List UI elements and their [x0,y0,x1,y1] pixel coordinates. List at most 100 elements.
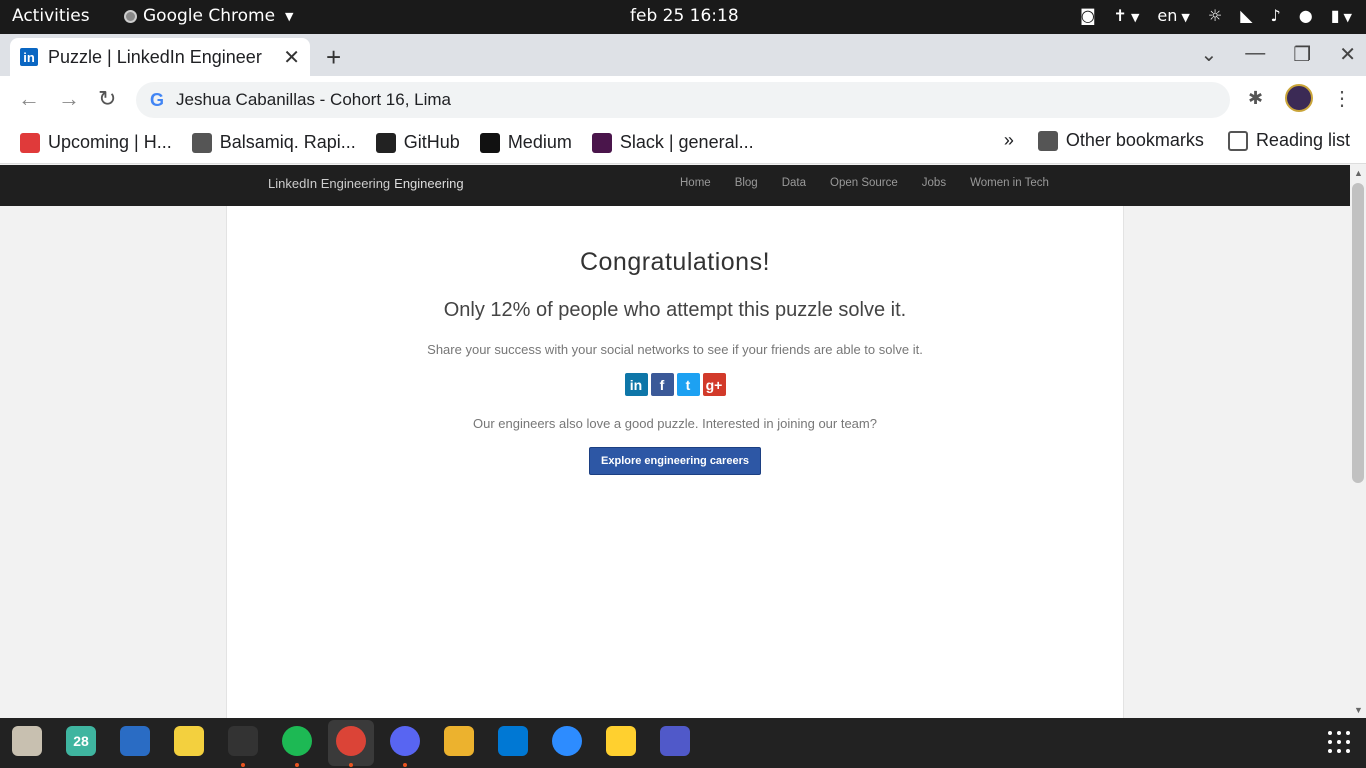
wifi-icon[interactable]: ◣ [1240,6,1252,25]
teams-icon[interactable] [660,726,690,756]
volume-icon[interactable]: ♪ [1271,6,1281,25]
bookmark-item[interactable]: Upcoming | H... [20,132,172,153]
page-viewport: LinkedIn Engineering Engineering Home Blo… [0,165,1350,718]
scroll-up-icon[interactable]: ▲ [1354,168,1363,178]
nav-link-jobs[interactable]: Jobs [922,177,946,189]
nav-link-open-source[interactable]: Open Source [830,177,898,189]
tab-puzzle[interactable]: in Puzzle | LinkedIn Engineer ✕ [10,38,310,76]
discord-icon[interactable] [390,726,420,756]
chevron-down-icon: ▼ [1181,11,1190,24]
new-tab-button[interactable]: + [326,42,341,73]
vscode-icon[interactable] [498,726,528,756]
dock: 28 [0,718,1366,768]
github-icon [375,132,396,153]
nav-link-home[interactable]: Home [680,177,711,189]
tab-search-icon[interactable]: ⌄ [1201,42,1218,67]
page-title: Congratulations! [579,248,771,276]
address-bar[interactable]: G Jeshua Cabanillas - Cohort 16, Lima [136,82,1230,118]
browser-toolbar: ← → ↻ G Jeshua Cabanillas - Cohort 16, L… [0,76,1366,122]
medium-icon [479,132,500,153]
scrollbar-thumb[interactable] [1352,183,1364,483]
nav-link-data[interactable]: Data [782,177,806,189]
window-controls: ⌄ — ❐ ✕ [1201,42,1356,67]
system-top-bar: Activities Google Chrome ▼ feb 25 16:18 … [0,0,1366,34]
running-indicator [403,763,407,767]
logo-suffix: Engineering [394,176,464,191]
facebook-icon[interactable]: f [650,373,674,396]
tab-title: Puzzle | LinkedIn Engineer [48,46,262,67]
linkedin-favicon-icon: in [20,48,38,66]
chrome-icon[interactable] [336,726,366,756]
page-scrollbar[interactable]: ▲ ▼ [1350,165,1366,718]
bookmark-label: Balsamiq. Rapi... [219,132,356,152]
running-indicator [349,763,353,767]
minimize-icon[interactable]: — [1245,42,1265,67]
smiley-icon [191,132,212,153]
kebab-menu-icon[interactable]: ⋮ [1332,86,1352,111]
address-text: Jeshua Cabanillas - Cohort 16, Lima [176,90,451,109]
microphone-icon[interactable]: ● [1299,6,1313,25]
site-nav-links: Home Blog Data Open Source Jobs Women in Tech [680,177,1049,189]
show-applications-icon[interactable] [1328,731,1350,753]
activities-button[interactable]: Activities [12,6,90,26]
close-window-icon[interactable]: ✕ [1339,42,1356,67]
site-logo[interactable]: LinkedIn Engineering Engineering [268,176,464,191]
social-share-buttons: in f t g+ [227,373,1123,396]
google-icon: G [150,89,165,110]
other-bookmarks-label: Other bookmarks [1065,130,1204,150]
site-navbar: LinkedIn Engineering Engineering Home Blo… [0,165,1350,206]
system-tray[interactable]: ◙ ✝ ▼ en ▼ ☼ ◣ ♪ ● ▮ ▼ [1080,6,1352,25]
miro-icon[interactable] [606,726,636,756]
bookmark-item[interactable]: Balsamiq. Rapi... [191,132,356,153]
notes-icon[interactable] [174,726,204,756]
slack-icon [591,132,612,153]
join-team-text: Our engineers also love a good puzzle. I… [473,416,877,431]
chrome-small-icon [124,9,137,23]
bookmark-item[interactable]: Medium [479,132,572,153]
app-menu[interactable]: Google Chrome ▼ [124,6,294,26]
discord-tray-icon[interactable]: ◙ [1080,6,1096,25]
bookmark-label: Slack | general... [619,132,754,152]
accessibility-icon[interactable]: ✝ ▼ [1114,6,1140,25]
slack-icon[interactable] [444,726,474,756]
tab-strip: in Puzzle | LinkedIn Engineer ✕ + ⌄ — ❐ … [0,34,1366,76]
nav-link-blog[interactable]: Blog [735,177,758,189]
reload-icon[interactable]: ↻ [98,86,116,112]
close-tab-icon[interactable]: ✕ [283,45,300,70]
logo-broken-image-alt: LinkedIn Engineering [268,176,391,191]
writer-icon[interactable] [120,726,150,756]
more-bookmarks-button[interactable]: » [1004,130,1014,151]
linkedin-icon[interactable]: in [624,373,648,396]
zoom-icon[interactable] [552,726,582,756]
profile-avatar[interactable] [1285,84,1313,112]
bookmark-item[interactable]: Slack | general... [591,132,754,153]
terminal-icon[interactable] [228,726,258,756]
language-selector[interactable]: en ▼ [1157,6,1189,25]
nav-link-women-in-tech[interactable]: Women in Tech [970,177,1049,189]
clock[interactable]: feb 25 16:18 [630,6,739,26]
twitter-icon[interactable]: t [676,373,700,396]
back-arrow-icon[interactable]: ← [18,86,40,112]
bookmark-label: GitHub [403,132,460,152]
scroll-down-icon[interactable]: ▼ [1354,705,1363,715]
battery-icon[interactable]: ▮ ▼ [1331,6,1352,25]
chevron-down-icon: ▼ [285,9,294,23]
explore-careers-button[interactable]: Explore engineering careers [589,447,761,475]
bookmark-item[interactable]: GitHub [375,132,460,153]
brightness-icon[interactable]: ☼ [1208,6,1222,25]
google-plus-icon[interactable]: g+ [702,373,726,396]
running-indicator [241,763,245,767]
reading-list-label: Reading list [1255,130,1350,150]
maximize-icon[interactable]: ❐ [1293,42,1311,67]
reading-list-button[interactable]: Reading list [1227,130,1350,151]
extensions-puzzle-icon[interactable]: ✱ [1248,88,1263,109]
calendar-icon[interactable]: 28 [66,726,96,756]
language-label: en [1157,6,1178,25]
running-indicator [295,763,299,767]
folder-icon [1037,130,1058,151]
solve-rate-text: Only 12% of people who attempt this puzz… [443,299,907,321]
spotify-icon[interactable] [282,726,312,756]
files-icon[interactable] [12,726,42,756]
forward-arrow-icon[interactable]: → [58,86,80,112]
other-bookmarks-folder[interactable]: Other bookmarks [1037,130,1204,151]
